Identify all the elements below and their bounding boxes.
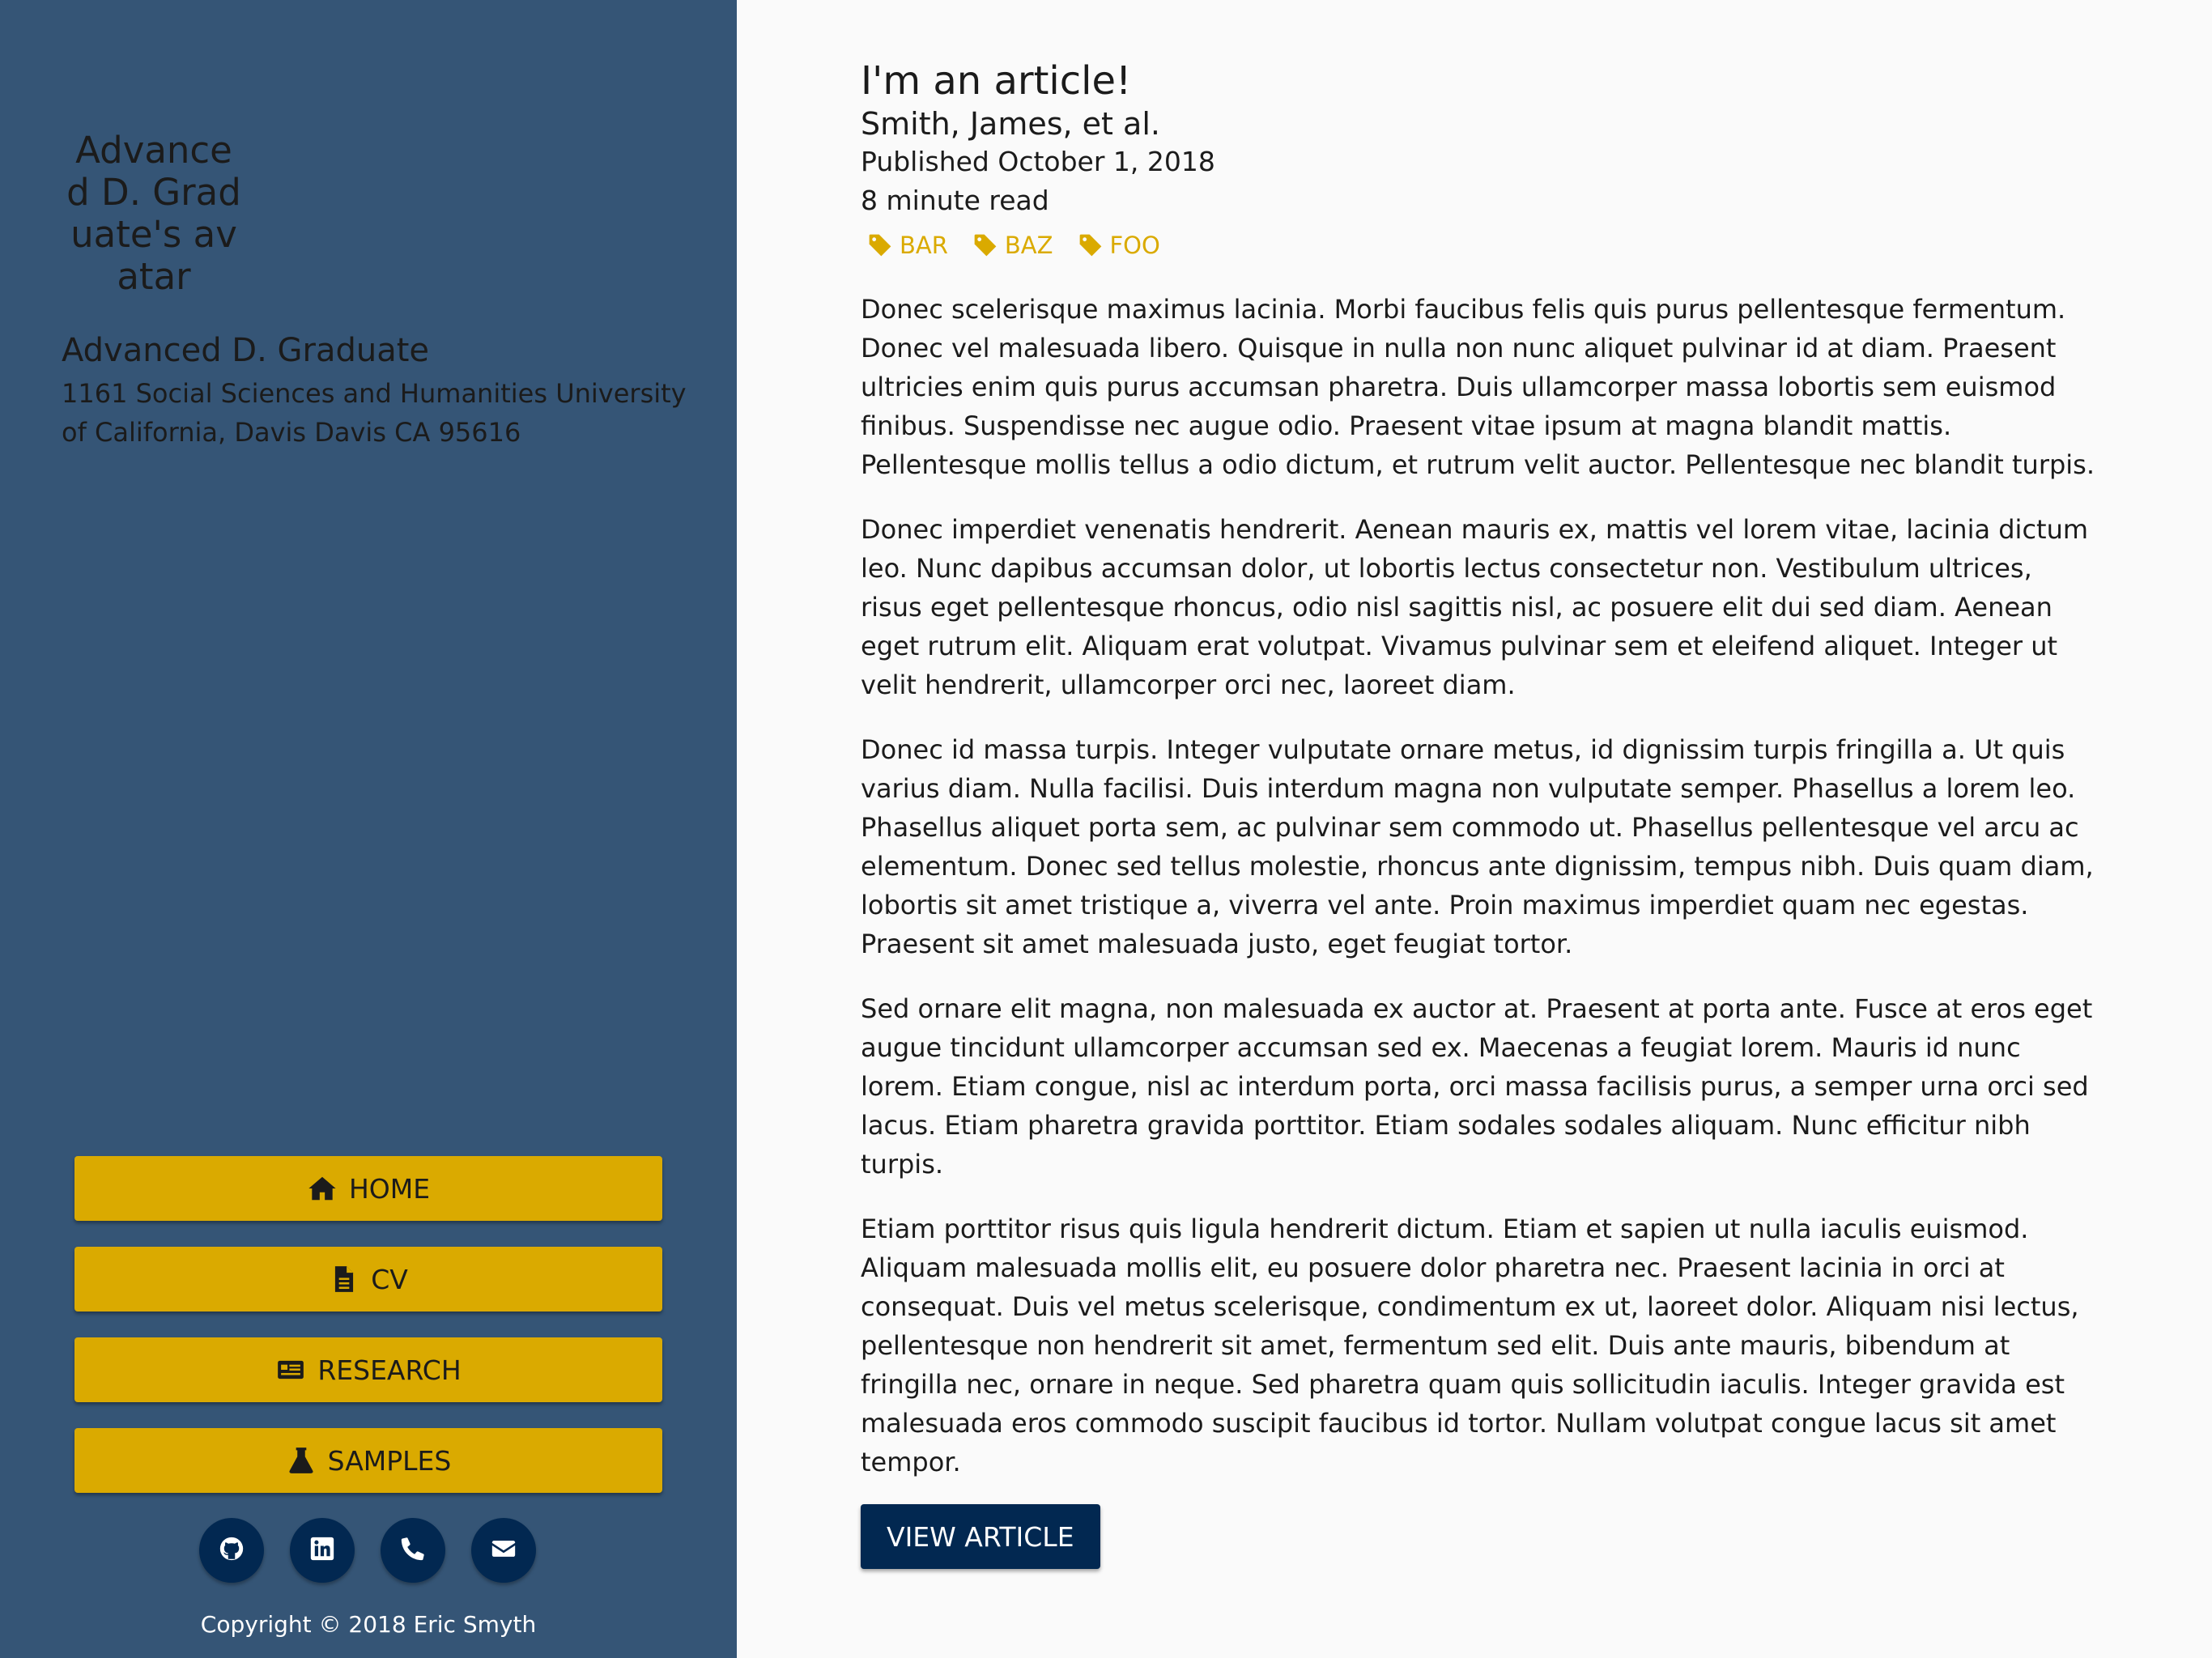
article-paragraph: Etiam porttitor risus quis ligula hendre… <box>861 1214 2079 1477</box>
tag-label: FOO <box>1109 232 1160 259</box>
copyright: Copyright © 2018 Eric Smyth <box>200 1611 537 1638</box>
profile-address: 1161 Social Sciences and Humanities Univ… <box>62 378 687 448</box>
linkedin-icon <box>308 1535 336 1566</box>
nav-label: HOME <box>348 1172 431 1205</box>
linkedin-button[interactable] <box>290 1518 355 1583</box>
phone-button[interactable] <box>381 1518 445 1583</box>
nav-label: SAMPLES <box>327 1444 452 1477</box>
tag-icon <box>869 234 891 257</box>
article-title[interactable]: I'm an article! <box>861 57 2099 105</box>
github-icon <box>218 1535 245 1566</box>
tag-baz[interactable]: BAZ <box>972 232 1053 259</box>
tag-icon <box>1079 234 1101 257</box>
article-main: I'm an article! Smith, James, et al. Pub… <box>861 57 2099 1569</box>
nav-label: RESEARCH <box>317 1354 462 1386</box>
file-icon <box>329 1264 359 1295</box>
home-icon <box>307 1173 338 1204</box>
nav-button-home[interactable]: HOME <box>74 1156 662 1221</box>
tag-icon <box>974 234 997 257</box>
article-paragraph: Sed ornare elit magna, non malesuada ex … <box>861 993 2093 1180</box>
sidebar: Advanced D. Graduate's avatar Advanced D… <box>0 0 737 1658</box>
github-button[interactable] <box>199 1518 264 1583</box>
read-time: 8 minute read <box>861 185 1049 216</box>
tag-label: BAZ <box>1004 232 1053 259</box>
article-paragraph: Donec id massa turpis. Integer vulputate… <box>861 734 2094 959</box>
avatar: Advanced D. Graduate's avatar <box>66 130 241 298</box>
nav-button-research[interactable]: RESEARCH <box>74 1337 662 1402</box>
article-paragraph: Donec scelerisque maximus lacinia. Morbi… <box>861 294 2095 480</box>
view-article-button[interactable]: VIEW ARTICLE <box>861 1504 1100 1569</box>
tag-foo[interactable]: FOO <box>1078 232 1160 259</box>
nav-button-samples[interactable]: SAMPLES <box>74 1428 662 1493</box>
tag-label: BAR <box>900 232 948 259</box>
article-body: Donec scelerisque maximus lacinia. Morbi… <box>861 290 2099 1482</box>
newspaper-icon <box>275 1354 306 1385</box>
tag-list: BAR BAZ FOO <box>867 232 2099 259</box>
email-button[interactable] <box>471 1518 536 1583</box>
sidebar-nav: HOME CV RESEARCH SAMPLES <box>74 1156 662 1519</box>
envelope-icon <box>490 1535 517 1566</box>
article-paragraph: Donec imperdiet venenatis hendrerit. Aen… <box>861 514 2089 700</box>
profile-name: Advanced D. Graduate <box>62 332 430 369</box>
tag-bar[interactable]: BAR <box>867 232 948 259</box>
article-authors: Smith, James, et al. <box>861 106 1160 142</box>
nav-button-cv[interactable]: CV <box>74 1247 662 1312</box>
flask-icon <box>286 1445 317 1476</box>
article-date: Published October 1, 2018 <box>861 146 1215 177</box>
phone-icon <box>399 1535 427 1566</box>
nav-label: CV <box>371 1263 408 1295</box>
social-links <box>199 1518 536 1583</box>
